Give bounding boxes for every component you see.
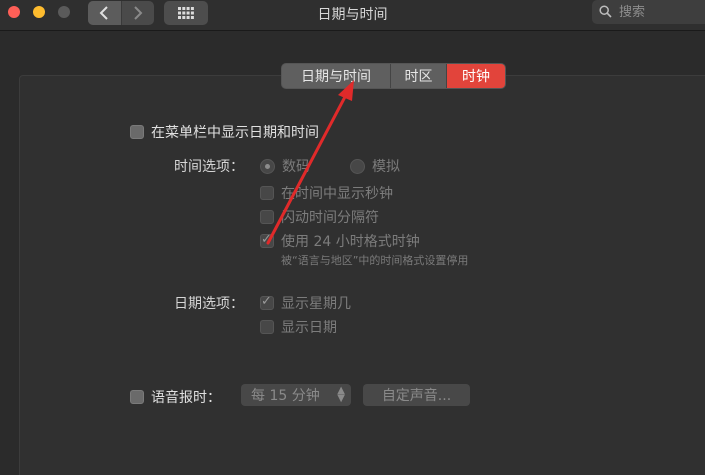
show-seconds-row[interactable]: 在时间中显示秒钟	[260, 183, 393, 203]
announce-interval-select[interactable]: 每 15 分钟 ▲ ▼	[241, 384, 351, 406]
preferences-window: 日期与时间 日期与时间 时区 时钟 在菜单栏中显示日期和时间 时间选项： 数码 …	[0, 0, 705, 475]
flash-separators-label: 闪动时间分隔符	[281, 210, 379, 226]
announce-time-row[interactable]: 语音报时：	[130, 387, 221, 407]
flash-separators-row[interactable]: 闪动时间分隔符	[260, 207, 379, 227]
use-24h-row[interactable]: ✓ 使用 24 小时格式时钟	[260, 231, 420, 251]
show-date-checkbox[interactable]	[260, 320, 274, 334]
announce-interval-value: 每 15 分钟	[251, 388, 320, 404]
use-24h-checkbox[interactable]: ✓	[260, 232, 274, 248]
customize-voice-button[interactable]: 自定声音...	[363, 384, 470, 406]
checkmark-icon: ✓	[261, 232, 272, 247]
announce-time-label: 语音报时：	[151, 390, 221, 406]
announce-time-checkbox[interactable]	[130, 390, 144, 404]
time-options-label: 时间选项：	[174, 159, 244, 175]
show-date-row[interactable]: 显示日期	[260, 317, 337, 337]
flash-separators-checkbox[interactable]	[260, 210, 274, 224]
show-seconds-checkbox[interactable]	[260, 186, 274, 200]
use-24h-label: 使用 24 小时格式时钟	[281, 234, 420, 250]
show-date-label: 显示日期	[281, 320, 337, 336]
radio-digital[interactable]	[260, 158, 275, 174]
search-icon	[599, 3, 612, 22]
updown-chevron-icon: ▲ ▼	[337, 385, 345, 404]
date-options-label: 日期选项：	[174, 296, 244, 312]
search-field[interactable]	[592, 0, 705, 24]
show-weekday-checkbox[interactable]: ✓	[260, 294, 274, 310]
tab-date-time[interactable]: 日期与时间	[282, 64, 391, 88]
radio-digital-row[interactable]: 数码	[260, 156, 310, 176]
show-weekday-label: 显示星期几	[281, 296, 351, 312]
clock-settings-panel	[19, 75, 705, 475]
tab-clock[interactable]: 时钟	[447, 64, 505, 88]
show-weekday-row[interactable]: ✓ 显示星期几	[260, 293, 351, 313]
use-24h-disabled-note: 被“语言与地区”中的时间格式设置停用	[281, 254, 469, 267]
title-bar: 日期与时间	[0, 0, 705, 31]
show-seconds-label: 在时间中显示秒钟	[281, 186, 393, 202]
tab-bar: 日期与时间 时区 时钟	[281, 63, 506, 89]
radio-digital-label: 数码	[282, 159, 310, 175]
radio-analog[interactable]	[350, 158, 365, 174]
radio-analog-row[interactable]: 模拟	[350, 156, 400, 176]
show-in-menubar-row[interactable]: 在菜单栏中显示日期和时间	[130, 122, 319, 142]
radio-analog-label: 模拟	[372, 159, 400, 175]
show-in-menubar-label: 在菜单栏中显示日期和时间	[151, 125, 319, 141]
show-in-menubar-checkbox[interactable]	[130, 125, 144, 139]
checkmark-icon: ✓	[261, 294, 272, 309]
search-input[interactable]	[617, 3, 701, 21]
tab-time-zone[interactable]: 时区	[391, 64, 447, 88]
